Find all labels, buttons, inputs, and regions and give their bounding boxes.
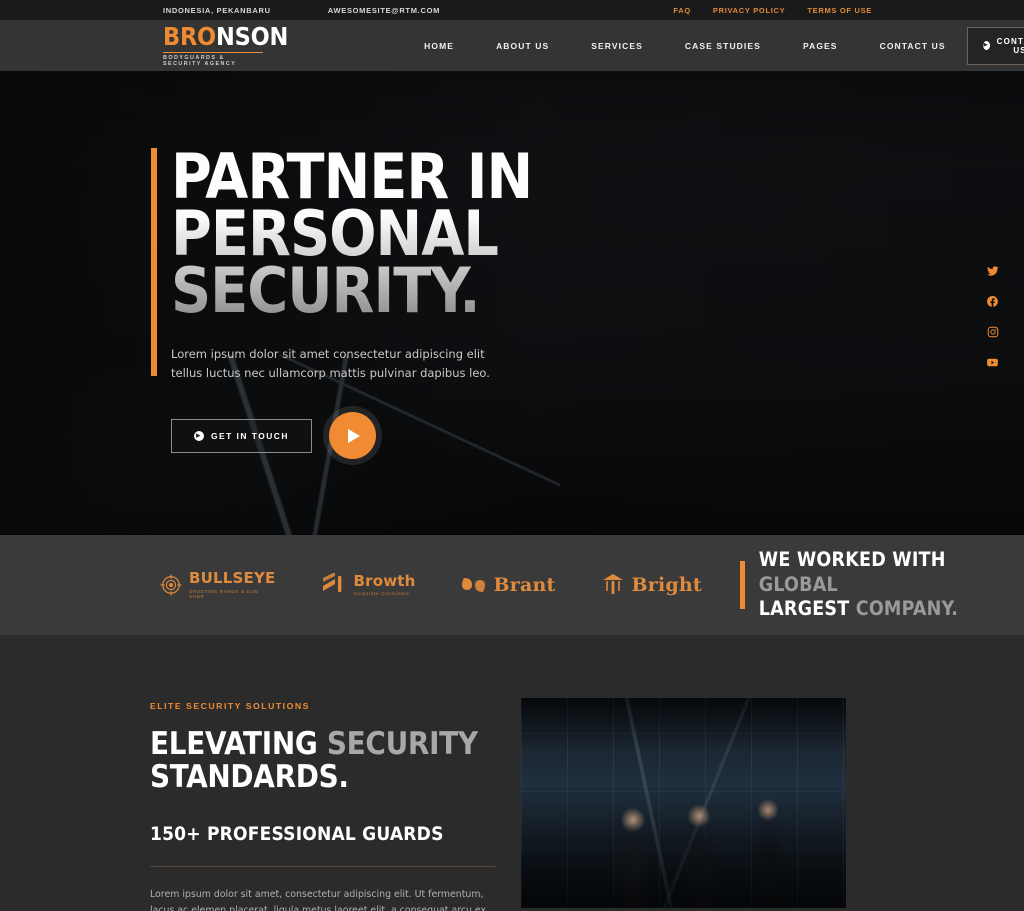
hero-section: INDONESIA, PEKANBARU AWESOMESITE@RTM.COM… (0, 0, 1024, 535)
claim-accent-bar (739, 560, 745, 609)
topbar-links: FAQ PRIVACY POLICY TERMS OF USE (673, 6, 1024, 15)
primary-navigation: HOME ABOUT US SERVICES CASE STUDIES PAGE… (403, 41, 967, 51)
bars-icon (322, 573, 341, 592)
about-photo (521, 698, 846, 908)
partner-logo-brant[interactable]: Brant (461, 573, 556, 597)
topbar-link-terms-of-use[interactable]: TERMS OF USE (807, 6, 872, 15)
leaf-icon (461, 578, 485, 592)
about-subtitle: 150+ PROFESSIONAL GUARDS (150, 823, 444, 846)
twitter-icon[interactable] (986, 265, 999, 277)
partner-logo-bullseye[interactable]: BULLSEYE SHOOTING RANGE & GUN SHOP (160, 571, 276, 599)
social-links-rail (986, 265, 999, 369)
partner-name: Brant (493, 573, 556, 596)
play-icon (347, 428, 360, 443)
about-headline-mute: SECURITY (326, 726, 478, 762)
topbar-link-faq[interactable]: FAQ (673, 6, 691, 15)
about-body-text: Lorem ipsum dolor sit amet, consectetur … (150, 889, 487, 911)
about-headline-line-2: STANDARDS. (150, 758, 349, 795)
about-eyebrow: ELITE SECURITY SOLUTIONS (150, 701, 310, 711)
nav-item-services[interactable]: SERVICES (570, 41, 664, 51)
about-section: ELITE SECURITY SOLUTIONS ELEVATING SECUR… (0, 635, 1024, 911)
claim-line2-mute: COMPANY. (855, 597, 959, 621)
brand-logo-tagline: BODYGUARDS & SECURITY AGENCY (163, 51, 263, 67)
about-headline: ELEVATING SECURITY STANDARDS. (150, 728, 495, 793)
partner-name: BULLSEYE (188, 569, 276, 588)
arrow-right-circle-icon: ▶ (194, 430, 204, 441)
main-navbar: BRONSON BODYGUARDS & SECURITY AGENCY HOM… (0, 20, 1024, 71)
hero-accent-bar (151, 148, 157, 376)
brand-logo[interactable]: BRONSON BODYGUARDS & SECURITY AGENCY (0, 24, 288, 67)
nav-item-case-studies[interactable]: CASE STUDIES (664, 41, 782, 51)
facebook-icon[interactable] (986, 295, 999, 308)
header-contact-us-button[interactable]: ▶ CONTACT US (966, 26, 1024, 65)
instagram-icon[interactable] (987, 326, 999, 338)
brand-logo-rest: NSON (215, 21, 289, 51)
nav-item-home[interactable]: HOME (403, 41, 475, 51)
top-utility-bar: INDONESIA, PEKANBARU AWESOMESITE@RTM.COM… (0, 0, 1024, 20)
about-headline-strong: ELEVATING (150, 726, 327, 762)
hero-content: PARTNER IN PERSONAL SECURITY. Lorem ipsu… (151, 148, 532, 460)
partner-logo-browth[interactable]: Browth Corporate Consultant (321, 573, 416, 597)
get-in-touch-label: GET IN TOUCH (211, 430, 289, 441)
partners-claim: WE WORKED WITH GLOBAL LARGEST COMPANY. (739, 548, 1024, 623)
nav-item-pages[interactable]: PAGES (782, 41, 859, 51)
hero-action-group: ▶ GET IN TOUCH (171, 412, 532, 460)
topbar-contact-group: INDONESIA, PEKANBARU AWESOMESITE@RTM.COM (0, 6, 440, 15)
partner-name: Browth (353, 571, 416, 590)
brand-logo-accent: BRO (163, 21, 216, 51)
landing-page: INDONESIA, PEKANBARU AWESOMESITE@RTM.COM… (0, 0, 1024, 911)
partner-logo-list: BULLSEYE SHOOTING RANGE & GUN SHOP Browt… (0, 571, 702, 599)
header-contact-us-label: CONTACT US (996, 36, 1024, 55)
about-copy: ELITE SECURITY SOLUTIONS ELEVATING SECUR… (150, 701, 495, 911)
hero-headline-line-3: SECURITY. (171, 254, 480, 328)
topbar-location: INDONESIA, PEKANBARU (163, 5, 271, 15)
brand-logo-wordmark: BRONSON (163, 24, 288, 49)
topbar-email[interactable]: AWESOMESITE@RTM.COM (328, 6, 440, 15)
about-photo-vignette (521, 698, 846, 908)
partner-subtitle: Corporate Consultant (353, 591, 410, 597)
claim-line1-mute: GLOBAL (758, 572, 838, 596)
youtube-icon[interactable] (986, 356, 999, 369)
pillar-icon (602, 574, 623, 594)
about-divider (150, 866, 495, 868)
hero-headline: PARTNER IN PERSONAL SECURITY. (171, 148, 532, 319)
partner-name: Bright (631, 573, 702, 596)
claim-headline: WE WORKED WITH GLOBAL LARGEST COMPANY. (759, 548, 1024, 623)
claim-line1-strong: WE WORKED WITH (758, 547, 946, 571)
hero-description: Lorem ipsum dolor sit amet consectetur a… (171, 347, 490, 380)
play-video-button[interactable] (328, 412, 376, 460)
target-icon (160, 574, 182, 596)
partners-strip: BULLSEYE SHOOTING RANGE & GUN SHOP Browt… (0, 535, 1024, 635)
partner-logo-bright[interactable]: Bright (601, 573, 702, 597)
nav-item-contact-us[interactable]: CONTACT US (859, 41, 967, 51)
nav-item-about-us[interactable]: ABOUT US (475, 41, 570, 51)
partner-subtitle: SHOOTING RANGE & GUN SHOP (188, 588, 259, 599)
get-in-touch-button[interactable]: ▶ GET IN TOUCH (171, 418, 312, 453)
topbar-link-privacy-policy[interactable]: PRIVACY POLICY (713, 6, 785, 15)
claim-line2-strong: LARGEST (758, 597, 856, 621)
arrow-right-circle-icon: ▶ (982, 41, 990, 50)
